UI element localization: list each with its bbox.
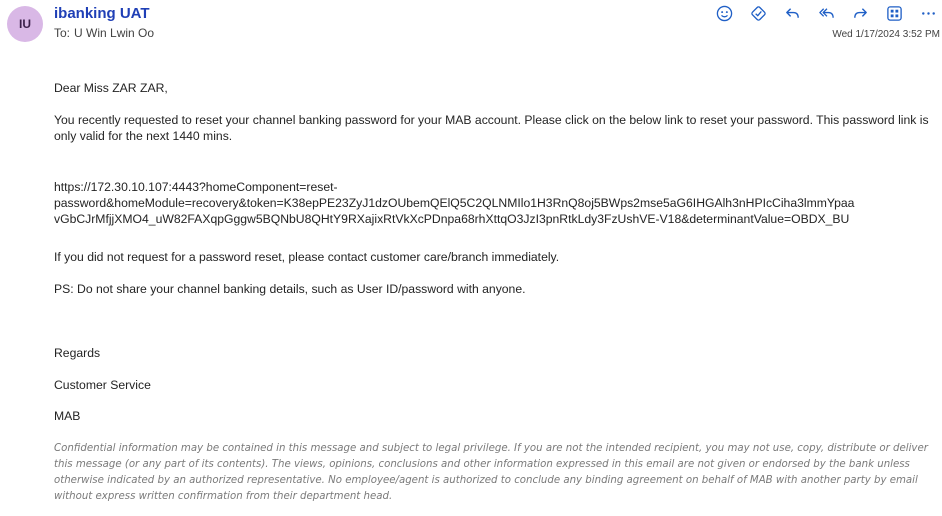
signature-organization: MAB [54, 409, 81, 423]
sent-timestamp: Wed 1/17/2024 3:52 PM [832, 29, 940, 40]
confidentiality-disclaimer: Confidential information may be containe… [54, 443, 928, 502]
message-actions [714, 3, 938, 23]
reply-icon[interactable] [782, 3, 802, 23]
recipient-name[interactable]: U Win Lwin Oo [74, 26, 154, 40]
smiley-icon[interactable] [714, 3, 734, 23]
regards: Regards [54, 346, 101, 360]
message-header: IU ibanking UAT To: U Win Lwin Oo Wed 1/1… [0, 0, 942, 60]
reset-link-line: vGbCJrMfjjXMO4_uW82FAXqpGggw5BQNbU8QHtY9… [54, 212, 850, 226]
sender-name[interactable]: ibanking UAT [54, 5, 150, 22]
signature-department: Customer Service [54, 378, 151, 392]
sensitivity-icon[interactable] [748, 3, 768, 23]
apps-icon[interactable] [884, 3, 904, 23]
greeting: Dear Miss ZAR ZAR, [54, 81, 168, 95]
reply-all-icon[interactable] [816, 3, 836, 23]
reset-link-line: password&homeModule=recovery&token=K38ep… [54, 196, 855, 210]
not-requested-paragraph: If you did not request for a password re… [54, 250, 560, 264]
reset-link-line: https://172.30.10.107:4443?homeComponent… [54, 180, 338, 194]
forward-icon[interactable] [850, 3, 870, 23]
sender-avatar[interactable]: IU [7, 6, 43, 42]
recipient-line: To: U Win Lwin Oo [54, 26, 154, 40]
ps-paragraph: PS: Do not share your channel banking de… [54, 282, 526, 296]
intro-paragraph: You recently requested to reset your cha… [54, 113, 929, 143]
more-icon[interactable] [918, 3, 938, 23]
reset-link[interactable]: https://172.30.10.107:4443?homeComponent… [54, 179, 936, 227]
to-label: To: [54, 26, 71, 40]
